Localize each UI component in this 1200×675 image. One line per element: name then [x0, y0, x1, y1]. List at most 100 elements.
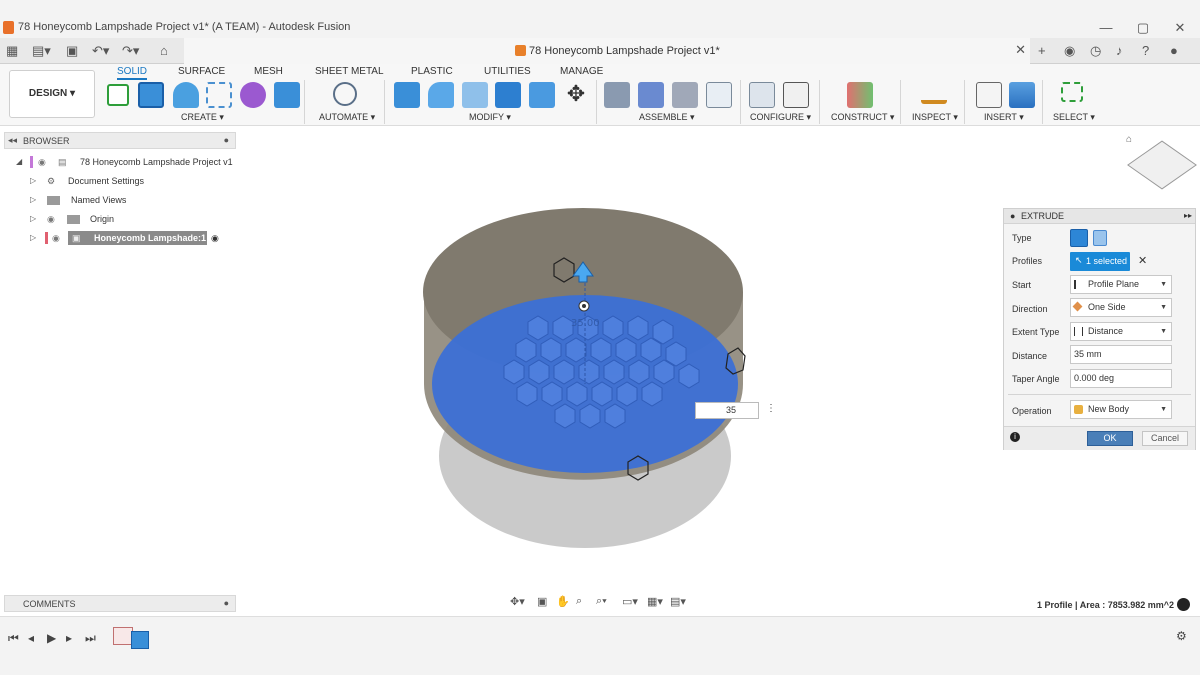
as-built-joint-icon[interactable] [672, 82, 698, 108]
browser-panel-header[interactable]: ◂◂ BROWSER ● [4, 132, 236, 149]
timeline-feature-sketch[interactable] [113, 627, 151, 649]
group-construct[interactable]: CONSTRUCT ▾ [831, 112, 894, 123]
tab-mesh[interactable]: MESH [254, 66, 283, 77]
visibility-eye-icon[interactable]: ◉ [47, 211, 55, 227]
save-icon[interactable]: ▣ [66, 43, 78, 59]
create-sketch-icon[interactable] [107, 84, 129, 106]
redo-icon[interactable]: ↷▾ [122, 43, 139, 59]
viewports-icon[interactable]: ▤▾ [670, 595, 686, 608]
pattern-icon[interactable] [206, 82, 232, 108]
browser-item-origin[interactable]: ▷ ◉ Origin [30, 211, 230, 227]
expand-icon[interactable]: ▷ [30, 192, 36, 208]
look-at-icon[interactable]: ▣ [537, 595, 547, 608]
notifications-icon[interactable]: ♪ [1116, 43, 1123, 58]
new-tab-icon[interactable]: + [1038, 43, 1046, 58]
clear-selection-icon[interactable]: ✕ [1138, 254, 1147, 267]
move-icon[interactable]: ✥ [563, 82, 589, 108]
visibility-eye-icon[interactable]: ◉ [52, 230, 60, 246]
pan-icon[interactable]: ✋ [556, 595, 570, 608]
minimize-button[interactable]: — [1096, 20, 1116, 35]
canvas-distance-input[interactable]: 35 [695, 402, 759, 419]
group-select[interactable]: SELECT ▾ [1053, 112, 1095, 123]
extent-type-select[interactable]: Distance ▼ [1070, 322, 1172, 341]
extensions-icon[interactable]: ◉ [1064, 43, 1075, 59]
combine-icon[interactable] [495, 82, 521, 108]
step-forward-icon[interactable]: ▸ [66, 631, 72, 645]
apps-grid-icon[interactable]: ▦ [6, 43, 18, 59]
view-home-icon[interactable]: ⌂ [1126, 134, 1132, 145]
info-icon[interactable]: i [1010, 432, 1020, 442]
tab-solid[interactable]: SOLID [117, 66, 148, 80]
group-insert[interactable]: INSERT ▾ [984, 112, 1024, 123]
new-component-icon[interactable] [604, 82, 630, 108]
expand-icon[interactable]: ◢ [16, 154, 22, 170]
file-menu-icon[interactable]: ▤▾ [32, 43, 51, 59]
display-settings-icon[interactable]: ▭▾ [622, 595, 638, 608]
configuration-table-icon[interactable] [783, 82, 809, 108]
timeline-settings-gear-icon[interactable]: ⚙ [1176, 629, 1187, 643]
activate-radio-icon[interactable]: ◉ [211, 230, 219, 246]
close-tab-button[interactable]: ✕ [1015, 42, 1026, 58]
more-options-icon[interactable]: ⋮ [766, 403, 776, 414]
orbit-icon[interactable]: ✥▾ [510, 595, 525, 608]
shell-icon[interactable] [462, 82, 488, 108]
browser-root-item[interactable]: ◢ ◉ ▤ 78 Honeycomb Lampshade Project v1 [16, 154, 236, 170]
maximize-button[interactable]: ▢ [1133, 20, 1153, 36]
pin-icon[interactable]: ● [224, 135, 229, 145]
group-assemble[interactable]: ASSEMBLE ▾ [639, 112, 695, 123]
close-window-button[interactable]: ✕ [1170, 20, 1190, 36]
ok-button[interactable]: OK [1087, 431, 1133, 446]
play-icon[interactable]: ▶ [47, 631, 56, 645]
joint-origin-icon[interactable] [706, 82, 732, 108]
group-modify[interactable]: MODIFY ▾ [469, 112, 511, 123]
revolve-icon[interactable] [173, 82, 199, 108]
expand-icon[interactable]: ▷ [30, 211, 36, 227]
operation-select[interactable]: New Body ▼ [1070, 400, 1172, 419]
grid-settings-icon[interactable]: ▦▾ [647, 595, 663, 608]
job-status-icon[interactable]: ◷ [1090, 43, 1101, 59]
insert-derive-icon[interactable] [976, 82, 1002, 108]
group-create[interactable]: CREATE ▾ [181, 112, 224, 123]
type-solid-button[interactable] [1070, 229, 1088, 247]
add-comment-icon[interactable]: ● [224, 598, 229, 608]
measure-icon[interactable] [921, 90, 947, 104]
fillet-icon[interactable] [428, 82, 454, 108]
browser-item-document-settings[interactable]: ▷ ⚙ Document Settings [30, 173, 230, 189]
cancel-button[interactable]: Cancel [1142, 431, 1188, 446]
group-inspect[interactable]: INSPECT ▾ [912, 112, 958, 123]
distance-input[interactable]: 35 mm [1070, 345, 1172, 364]
user-avatar-icon[interactable]: ● [1170, 43, 1178, 58]
home-icon[interactable]: ⌂ [160, 43, 168, 58]
undo-icon[interactable]: ↶▾ [92, 43, 109, 59]
expand-icon[interactable]: ▷ [30, 230, 36, 246]
split-body-icon[interactable] [529, 82, 555, 108]
visibility-eye-icon[interactable]: ◉ [38, 154, 46, 170]
tab-plastic[interactable]: PLASTIC [411, 66, 453, 77]
taper-angle-input[interactable]: 0.000 deg [1070, 369, 1172, 388]
expand-dialog-icon[interactable]: ▸▸ [1184, 211, 1192, 220]
tab-surface[interactable]: SURFACE [178, 66, 225, 77]
workspace-switcher-button[interactable]: DESIGN ▾ [9, 70, 95, 118]
fit-icon[interactable]: ⌕▾ [596, 595, 607, 608]
go-to-end-icon[interactable]: ⏭ [85, 631, 96, 646]
automate-icon[interactable] [333, 82, 357, 106]
select-box-icon[interactable] [1061, 82, 1083, 102]
expand-icon[interactable]: ▷ [30, 173, 36, 189]
dialog-collapse-icon[interactable]: ● [1010, 211, 1015, 221]
go-to-start-icon[interactable]: ⏮ [8, 631, 19, 646]
collapse-icon[interactable]: ◂◂ [8, 135, 17, 146]
step-back-icon[interactable]: ◂ [28, 631, 34, 645]
offset-plane-icon[interactable] [847, 82, 873, 108]
box-icon[interactable] [274, 82, 300, 108]
form-icon[interactable] [240, 82, 266, 108]
tab-utilities[interactable]: UTILITIES [484, 66, 531, 77]
type-thin-button[interactable] [1093, 230, 1107, 246]
comments-panel-header[interactable]: COMMENTS ● [4, 595, 236, 612]
extrude-icon[interactable] [138, 82, 164, 108]
joint-icon[interactable] [638, 82, 664, 108]
direction-select[interactable]: One Side ▼ [1070, 298, 1172, 317]
status-indicator-icon[interactable] [1177, 598, 1190, 611]
tab-manage[interactable]: MANAGE [560, 66, 603, 77]
start-select[interactable]: Profile Plane ▼ [1070, 275, 1172, 294]
press-pull-icon[interactable] [394, 82, 420, 108]
